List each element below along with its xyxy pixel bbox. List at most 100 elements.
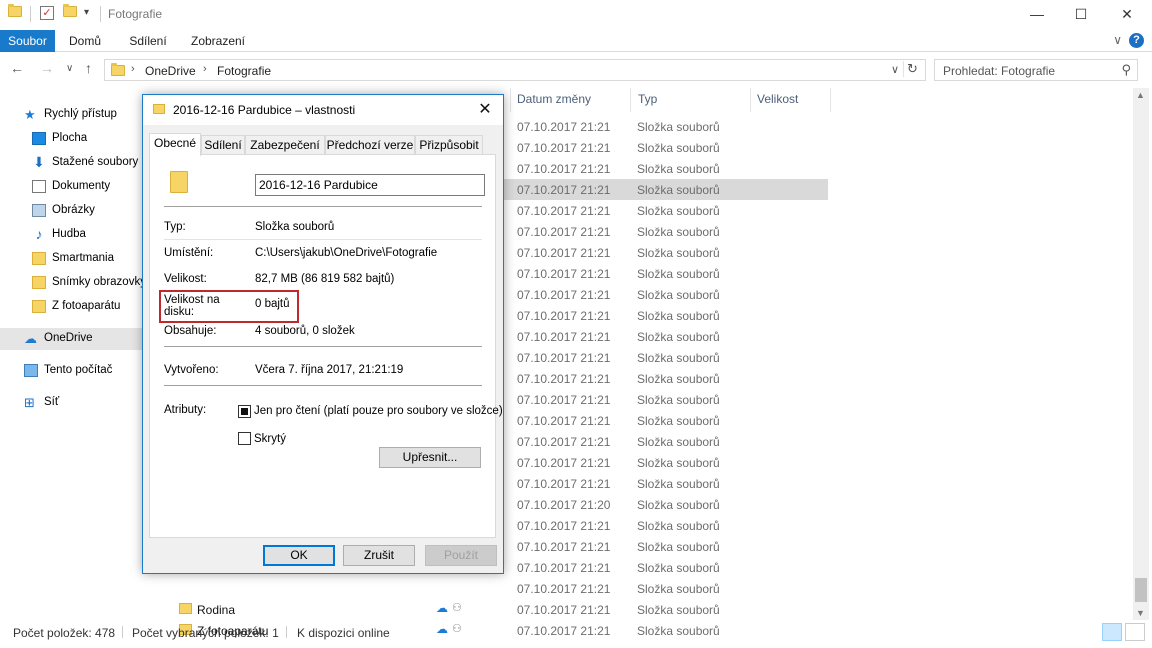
row-date: 07.10.2017 21:21 bbox=[517, 393, 611, 407]
row-type: Složka souborů bbox=[637, 582, 720, 596]
hidden-label[interactable]: Skrytý bbox=[254, 433, 286, 445]
general-panel: 2016-12-16 Pardubice Typ: Složka souborů… bbox=[149, 154, 503, 538]
size-value: 82,7 MB (86 819 582 bajtů) bbox=[255, 273, 395, 285]
tab-sharing[interactable]: Sdílení bbox=[201, 135, 245, 155]
row-date: 07.10.2017 21:20 bbox=[517, 498, 611, 512]
row-type: Složka souborů bbox=[637, 498, 720, 512]
nav-item-label: Smartmania bbox=[52, 252, 114, 264]
breadcrumb-arrow-icon[interactable]: › bbox=[203, 63, 207, 75]
row-type: Složka souborů bbox=[637, 561, 720, 575]
quick-access-dropdown-icon[interactable]: ▾ bbox=[84, 7, 89, 18]
row-date: 07.10.2017 21:21 bbox=[517, 561, 611, 575]
nav-item-label: Hudba bbox=[52, 228, 86, 240]
size-on-disk-value: 0 bajtů bbox=[255, 298, 290, 310]
row-type: Složka souborů bbox=[637, 435, 720, 449]
apply-button[interactable]: Použít bbox=[425, 545, 497, 566]
row-type: Složka souborů bbox=[637, 351, 720, 365]
nav-item-network[interactable]: ⊞ Síť bbox=[0, 392, 148, 414]
tab-view[interactable]: Zobrazení bbox=[186, 30, 250, 52]
computer-icon bbox=[24, 364, 38, 377]
search-placeholder: Prohledat: Fotografie bbox=[943, 64, 1056, 78]
minimize-button[interactable]: — bbox=[1014, 0, 1060, 28]
properties-quick-icon[interactable]: ✓ bbox=[40, 6, 54, 20]
search-input[interactable]: Prohledat: Fotografie ⚲ bbox=[934, 59, 1138, 81]
search-icon[interactable]: ⚲ bbox=[1121, 62, 1131, 78]
folder-name-field[interactable]: 2016-12-16 Pardubice bbox=[255, 174, 485, 196]
row-type: Složka souborů bbox=[637, 162, 720, 176]
advanced-button[interactable]: Upřesnit... bbox=[379, 447, 481, 468]
row-type: Složka souborů bbox=[637, 372, 720, 386]
scrollbar-thumb[interactable] bbox=[1135, 578, 1147, 602]
row-date: 07.10.2017 21:21 bbox=[517, 330, 611, 344]
column-separator[interactable] bbox=[510, 88, 511, 112]
hidden-checkbox[interactable] bbox=[238, 432, 251, 445]
tab-share[interactable]: Sdílení bbox=[120, 30, 176, 52]
ok-button[interactable]: OK bbox=[263, 545, 335, 566]
nav-item-pictures[interactable]: Obrázky bbox=[0, 200, 148, 222]
nav-item-onedrive[interactable]: ☁ OneDrive bbox=[0, 328, 148, 350]
row-date: 07.10.2017 21:21 bbox=[517, 435, 611, 449]
column-header-type[interactable]: Typ bbox=[638, 92, 657, 112]
contains-label: Obsahuje: bbox=[164, 325, 217, 337]
recent-locations-icon[interactable]: ∨ bbox=[66, 63, 73, 74]
nav-item-music[interactable]: ♪ Hudba bbox=[0, 224, 148, 246]
new-folder-quick-icon[interactable] bbox=[63, 4, 77, 17]
dialog-close-button[interactable]: ✕ bbox=[473, 99, 497, 121]
nav-item-downloads[interactable]: ⬇ Stažené soubory bbox=[0, 152, 148, 174]
readonly-checkbox[interactable] bbox=[238, 405, 251, 418]
column-header-size[interactable]: Velikost bbox=[757, 92, 798, 112]
ribbon-expand-icon[interactable]: ∨ bbox=[1113, 33, 1122, 47]
nav-item-label: Síť bbox=[44, 396, 60, 408]
column-separator[interactable] bbox=[630, 88, 631, 112]
breadcrumb-fotografie[interactable]: Fotografie bbox=[217, 64, 271, 78]
column-separator[interactable] bbox=[750, 88, 751, 112]
column-header-date[interactable]: Datum změny bbox=[517, 92, 591, 112]
tab-customize[interactable]: Přizpůsobit bbox=[415, 135, 483, 155]
nav-item-camera[interactable]: Z fotoaparátu bbox=[0, 296, 148, 318]
large-icons-view-icon[interactable] bbox=[1125, 623, 1145, 641]
back-arrow-icon[interactable]: ← bbox=[10, 60, 24, 76]
help-icon[interactable]: ? bbox=[1129, 33, 1144, 48]
column-separator[interactable] bbox=[830, 88, 831, 112]
tab-file[interactable]: Soubor bbox=[0, 30, 55, 52]
tab-home[interactable]: Domů bbox=[60, 30, 110, 52]
scroll-up-icon[interactable]: ▲ bbox=[1136, 90, 1145, 100]
nav-item-label: Stažené soubory bbox=[52, 156, 139, 168]
breadcrumb-arrow-icon[interactable]: › bbox=[131, 63, 135, 75]
table-row[interactable]: Rodina ☁ ⚇ 07.10.2017 21:21 Složka souborů bbox=[160, 599, 828, 620]
refresh-icon[interactable]: ↻ bbox=[903, 61, 921, 77]
item-count: Počet položek: 478 bbox=[13, 626, 116, 640]
nav-item-quick-access[interactable]: ★ Rychlý přístup bbox=[0, 104, 148, 126]
close-button[interactable]: ✕ bbox=[1104, 0, 1150, 28]
tab-security[interactable]: Zabezpečení bbox=[245, 135, 325, 155]
row-date: 07.10.2017 21:21 bbox=[517, 288, 611, 302]
maximize-button[interactable]: ☐ bbox=[1058, 0, 1104, 28]
address-bar[interactable]: › OneDrive › Fotografie ∨ ↻ bbox=[104, 59, 926, 81]
download-icon: ⬇ bbox=[33, 154, 45, 170]
size-on-disk-label-line2: disku: bbox=[164, 306, 195, 318]
row-type: Složka souborů bbox=[637, 309, 720, 323]
up-arrow-icon[interactable]: ↑ bbox=[85, 60, 92, 76]
nav-item-smartmania[interactable]: Smartmania bbox=[0, 248, 148, 270]
nav-item-desktop[interactable]: Plocha bbox=[0, 128, 148, 150]
address-dropdown-icon[interactable]: ∨ bbox=[891, 63, 899, 76]
nav-item-documents[interactable]: Dokumenty bbox=[0, 176, 148, 198]
nav-item-screenshots[interactable]: Snímky obrazovky bbox=[0, 272, 148, 294]
details-view-icon[interactable] bbox=[1102, 623, 1122, 641]
type-label: Typ: bbox=[164, 221, 186, 233]
forward-arrow-icon[interactable]: → bbox=[40, 60, 54, 76]
vertical-scrollbar[interactable]: ▲ ▼ bbox=[1133, 88, 1149, 620]
table-row[interactable]: 07.10.2017 21:21 Složka souborů bbox=[160, 578, 828, 599]
breadcrumb-onedrive[interactable]: OneDrive bbox=[145, 64, 196, 78]
scroll-down-icon[interactable]: ▼ bbox=[1136, 608, 1145, 618]
row-type: Složka souborů bbox=[637, 141, 720, 155]
nav-item-this-pc[interactable]: Tento počítač bbox=[0, 360, 148, 382]
folder-icon bbox=[32, 276, 46, 289]
tab-general[interactable]: Obecné bbox=[149, 133, 201, 156]
readonly-label[interactable]: Jen pro čtení (platí pouze pro soubory v… bbox=[254, 405, 503, 417]
tab-previous-versions[interactable]: Předchozí verze bbox=[325, 135, 415, 155]
row-type: Složka souborů bbox=[637, 288, 720, 302]
cloud-status-icon: ☁ bbox=[436, 601, 448, 615]
location-label: Umístění: bbox=[164, 247, 214, 259]
cancel-button[interactable]: Zrušit bbox=[343, 545, 415, 566]
